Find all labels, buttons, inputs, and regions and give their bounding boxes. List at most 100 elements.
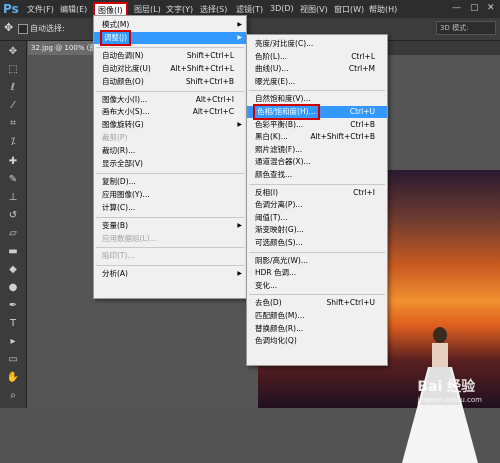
- image-menu: 模式(M) ▶ 调整(J) ▶ 自动色调(N) Shift+Ctrl+L 自动对比度(U) A…: [93, 15, 247, 299]
- adjust-menu-item-label: 色相/饱和度(H)...: [253, 104, 320, 120]
- adjust-menu-item[interactable]: 可选颜色(S)...: [247, 237, 387, 249]
- adjust-menu-item[interactable]: 变化...: [247, 280, 387, 292]
- image-menu-item-label: 图像大小(I)...: [102, 94, 148, 104]
- adjust-menu-item[interactable]: 渐变映射(G)...: [247, 224, 387, 236]
- menu-view[interactable]: 视图(V): [300, 4, 328, 15]
- blur-icon[interactable]: ◆: [4, 263, 22, 277]
- adjust-menu-item[interactable]: 阴影/高光(W)...: [247, 255, 387, 267]
- minimize-icon[interactable]: —: [452, 3, 461, 13]
- history-brush-icon[interactable]: ↺: [4, 209, 22, 223]
- adjust-menu-item-shortcut: Ctrl+M: [348, 64, 375, 74]
- marquee-icon[interactable]: ⬚: [4, 63, 22, 77]
- adjust-menu-item-label: HDR 色调...: [255, 268, 297, 278]
- adjust-menu-item-label: 亮度/对比度(C)...: [255, 39, 314, 48]
- 3d-mode-field[interactable]: 3D 模式:: [436, 21, 496, 35]
- image-menu-item[interactable]: 应用图像(Y)...: [94, 189, 246, 201]
- menu-3d[interactable]: 3D(D): [270, 4, 294, 13]
- healing-icon[interactable]: ✚: [4, 155, 22, 169]
- image-menu-item[interactable]: 图像旋转(G) ▶: [94, 119, 246, 131]
- image-menu-item[interactable]: 分析(A) ▶: [94, 268, 246, 280]
- baidu-watermark: Bai 经验 jingyan.baidu.com: [417, 376, 482, 404]
- adjust-menu-item[interactable]: 亮度/对比度(C)...: [247, 38, 387, 50]
- close-icon[interactable]: ✕: [487, 3, 495, 13]
- type-icon[interactable]: T: [4, 317, 22, 331]
- adjust-menu-item[interactable]: 色调分离(P)...: [247, 199, 387, 211]
- adjust-menu-item[interactable]: HDR 色调...: [247, 267, 387, 279]
- submenu-arrow-icon: ▶: [237, 33, 242, 41]
- image-menu-item-label: 图像旋转(G): [102, 120, 144, 130]
- adjust-menu-item[interactable]: 替换颜色(R)...: [247, 323, 387, 335]
- adjust-menu-item-shortcut: Alt+Shift+Ctrl+B: [310, 132, 375, 142]
- menu-separator: [96, 265, 244, 267]
- adjust-menu-item-label: 曲线(U)...: [255, 64, 289, 74]
- menu-select[interactable]: 选择(S): [200, 4, 227, 15]
- image-menu-item[interactable]: 自动颜色(O) Shift+Ctrl+B: [94, 76, 246, 88]
- path-select-icon[interactable]: ▸: [4, 335, 22, 349]
- shape-icon[interactable]: ▭: [4, 353, 22, 367]
- image-menu-item-label: 自动颜色(O): [102, 76, 144, 86]
- image-menu-item: 应用数据组(L)...: [94, 233, 246, 245]
- adjust-menu-item[interactable]: 颜色查找...: [247, 169, 387, 181]
- image-menu-item-label: 裁剪(P): [102, 133, 128, 143]
- zoom-icon[interactable]: ⌕: [4, 389, 22, 403]
- gradient-icon[interactable]: ▬: [4, 245, 22, 259]
- crop-icon[interactable]: ⌗: [4, 117, 22, 131]
- menu-edit[interactable]: 编辑(E): [60, 4, 87, 15]
- adjust-menu-item-shortcut: Shift+Ctrl+U: [326, 298, 375, 308]
- adjust-menu-item[interactable]: 曲线(U)... Ctrl+M: [247, 63, 387, 75]
- adjust-menu-item-label: 渐变映射(G)...: [255, 225, 304, 235]
- menu-file[interactable]: 文件(F): [27, 4, 54, 15]
- eyedropper-icon[interactable]: ⁒: [4, 135, 22, 149]
- auto-select-checkbox[interactable]: [18, 24, 28, 34]
- image-menu-item[interactable]: 显示全部(V): [94, 158, 246, 170]
- image-menu-item[interactable]: 自动色调(N) Shift+Ctrl+L: [94, 50, 246, 62]
- watermark-url: jingyan.baidu.com: [417, 396, 482, 404]
- adjust-menu-item[interactable]: 色彩平衡(B)... Ctrl+B: [247, 119, 387, 131]
- move-tool-icon[interactable]: ✥: [4, 21, 13, 34]
- brush-icon[interactable]: ✎: [4, 173, 22, 187]
- image-menu-item[interactable]: 变量(B) ▶: [94, 220, 246, 232]
- menu-help[interactable]: 帮助(H): [369, 4, 397, 15]
- menu-window[interactable]: 窗口(W): [334, 4, 364, 15]
- adjust-menu-item[interactable]: 黑白(K)... Alt+Shift+Ctrl+B: [247, 131, 387, 143]
- image-menu-item-label: 调整(J): [100, 29, 132, 46]
- move-icon[interactable]: ✥: [4, 45, 22, 59]
- adjust-menu-item[interactable]: 曝光度(E)...: [247, 76, 387, 88]
- adjust-menu-item[interactable]: 反相(I) Ctrl+I: [247, 187, 387, 199]
- adjust-menu-item[interactable]: 匹配颜色(M)...: [247, 310, 387, 322]
- image-menu-item[interactable]: 调整(J) ▶: [94, 29, 246, 46]
- hand-icon[interactable]: ✋: [4, 371, 22, 385]
- adjust-menu-item[interactable]: 通道混合器(X)...: [247, 156, 387, 168]
- adjust-menu-item[interactable]: 色阶(L)... Ctrl+L: [247, 51, 387, 63]
- lasso-icon[interactable]: ℓ: [4, 81, 22, 95]
- image-menu-item[interactable]: 图像大小(I)... Alt+Ctrl+I: [94, 94, 246, 106]
- photoshop-logo: Ps: [3, 2, 19, 16]
- adjust-menu-item[interactable]: 阈值(T)...: [247, 212, 387, 224]
- adjust-menu-item[interactable]: 色调均化(Q): [247, 335, 387, 347]
- image-menu-item-label: 应用图像(Y)...: [102, 189, 150, 199]
- adjust-menu-item[interactable]: 去色(D) Shift+Ctrl+U: [247, 297, 387, 309]
- adjust-menu-item-label: 色阶(L)...: [255, 51, 288, 61]
- adjust-menu-item-label: 可选颜色(S)...: [255, 238, 303, 247]
- adjust-menu-item-shortcut: Ctrl+B: [350, 119, 375, 129]
- image-menu-item[interactable]: 自动对比度(U) Alt+Shift+Ctrl+L: [94, 63, 246, 75]
- document-tab[interactable]: 32.jpg @ 100% (图层: [28, 41, 98, 55]
- menu-separator: [249, 183, 385, 185]
- image-menu-item: 裁剪(P): [94, 132, 246, 144]
- menu-type[interactable]: 文字(Y): [166, 4, 193, 15]
- menu-layer[interactable]: 图层(L): [134, 4, 161, 15]
- image-menu-item[interactable]: 画布大小(S)... Alt+Ctrl+C: [94, 106, 246, 118]
- quick-select-icon[interactable]: ⁄: [4, 99, 22, 113]
- image-menu-item-label: 分析(A): [102, 269, 128, 279]
- adjust-menu-item[interactable]: 照片滤镜(F)...: [247, 144, 387, 156]
- image-menu-item[interactable]: 计算(C)...: [94, 202, 246, 214]
- stamp-icon[interactable]: ⊥: [4, 191, 22, 205]
- pen-icon[interactable]: ✒: [4, 299, 22, 313]
- image-menu-item[interactable]: 裁切(R)...: [94, 145, 246, 157]
- eraser-icon[interactable]: ▱: [4, 227, 22, 241]
- adjust-menu-item[interactable]: 色相/饱和度(H)... Ctrl+U: [247, 104, 387, 120]
- maximize-icon[interactable]: ▢: [470, 3, 479, 13]
- image-menu-item[interactable]: 复制(D)...: [94, 176, 246, 188]
- dodge-icon[interactable]: ●: [4, 281, 22, 295]
- menu-filter[interactable]: 滤镜(T): [236, 4, 263, 15]
